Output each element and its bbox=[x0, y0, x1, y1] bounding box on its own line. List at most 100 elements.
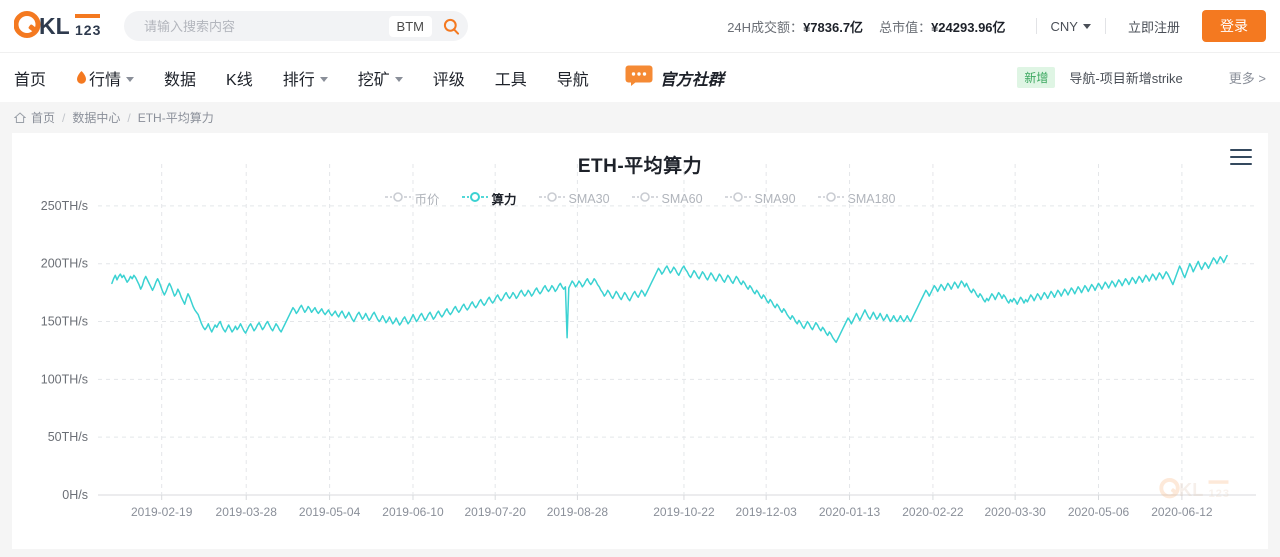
search-icon[interactable] bbox=[440, 15, 462, 37]
divider bbox=[1105, 18, 1106, 34]
x-axis-tick-label: 2019-08-28 bbox=[547, 505, 609, 519]
y-axis-tick-label: 100TH/s bbox=[41, 372, 88, 386]
svg-text:KL: KL bbox=[39, 13, 70, 39]
x-axis-tick-label: 2019-06-10 bbox=[382, 505, 444, 519]
chart-title: ETH-平均算力 bbox=[12, 133, 1268, 178]
nav-item-markets[interactable]: 行情 bbox=[76, 66, 134, 90]
svg-text:123: 123 bbox=[1209, 488, 1230, 500]
currency-selector[interactable]: CNY bbox=[1051, 19, 1091, 34]
chat-bubble-icon bbox=[625, 65, 653, 91]
y-axis-tick-label: 0H/s bbox=[62, 488, 88, 502]
stat-24h-volume-value: ¥7836.7亿 bbox=[803, 20, 863, 35]
notice-text[interactable]: 导航-项目新增strike bbox=[1069, 68, 1182, 87]
stat-total-marketcap-value: ¥24293.96亿 bbox=[931, 20, 1005, 35]
breadcrumb-item-data-center[interactable]: 数据中心 bbox=[72, 109, 120, 126]
legend-marker-icon bbox=[539, 191, 565, 206]
menu-bar bbox=[1230, 156, 1252, 158]
chevron-down-icon bbox=[395, 77, 403, 82]
legend-marker-icon bbox=[818, 191, 844, 206]
legend-label-sma90: SMA90 bbox=[755, 192, 796, 206]
legend-marker-icon bbox=[462, 191, 488, 206]
stat-24h-volume-label: 24H成交额： bbox=[727, 20, 803, 35]
nav-item-markets-label: 行情 bbox=[89, 66, 121, 90]
legend-marker-icon bbox=[385, 191, 411, 206]
legend-item-coin-price[interactable]: 币价 bbox=[385, 189, 440, 208]
breadcrumb-item-current: ETH-平均算力 bbox=[138, 109, 214, 126]
legend-item-sma30[interactable]: SMA30 bbox=[539, 191, 610, 206]
stat-24h-volume: 24H成交额：¥7836.7亿 bbox=[727, 17, 863, 36]
hamburger-menu-icon[interactable] bbox=[1230, 147, 1252, 167]
x-axis-tick-label: 2020-01-13 bbox=[819, 505, 881, 519]
x-axis-tick-label: 2019-10-22 bbox=[653, 505, 715, 519]
x-axis-tick-label: 2019-05-04 bbox=[299, 505, 361, 519]
chevron-down-icon bbox=[126, 77, 134, 82]
flame-icon bbox=[76, 71, 87, 85]
breadcrumb-separator: / bbox=[62, 111, 65, 125]
chart-legend: 币价 算力 SMA30 bbox=[12, 189, 1268, 208]
legend-label-hashrate: 算力 bbox=[492, 189, 517, 208]
nav-items: 首页 行情 数据 K线 排行 挖矿 评级 工具 bbox=[14, 65, 724, 91]
x-axis-tick-label: 2020-05-06 bbox=[1068, 505, 1130, 519]
legend-label-coin-price: 币价 bbox=[415, 189, 440, 208]
menu-bar bbox=[1230, 163, 1252, 165]
top-header-bar: KL 123 BTM 24H成交额：¥7836.7亿 总市值：¥24293.96… bbox=[0, 0, 1280, 52]
legend-item-hashrate[interactable]: 算力 bbox=[462, 189, 517, 208]
nav-item-mining-label: 挖矿 bbox=[358, 66, 390, 90]
breadcrumb-separator: / bbox=[127, 111, 130, 125]
y-axis-tick-label: 150TH/s bbox=[41, 315, 88, 329]
chevron-down-icon bbox=[320, 77, 328, 82]
nav-item-kline-label: K线 bbox=[226, 66, 253, 90]
chevron-down-icon bbox=[1083, 24, 1091, 29]
nav-item-data-label: 数据 bbox=[164, 66, 196, 90]
y-axis-tick-label: 200TH/s bbox=[41, 257, 88, 271]
currency-selector-label: CNY bbox=[1051, 19, 1078, 34]
qkl123-watermark: KL 123 bbox=[1157, 476, 1241, 507]
svg-text:123: 123 bbox=[75, 22, 101, 38]
nav-item-home-label: 首页 bbox=[14, 66, 46, 90]
legend-item-sma180[interactable]: SMA180 bbox=[818, 191, 896, 206]
nav-item-kline[interactable]: K线 bbox=[226, 66, 253, 90]
breadcrumb-item-home[interactable]: 首页 bbox=[31, 109, 55, 126]
nav-item-data[interactable]: 数据 bbox=[164, 66, 196, 90]
notice-more-link[interactable]: 更多 > bbox=[1229, 68, 1266, 87]
search-market-tag[interactable]: BTM bbox=[389, 16, 432, 37]
main-navigation-bar: 首页 行情 数据 K线 排行 挖矿 评级 工具 bbox=[0, 52, 1280, 102]
register-link[interactable]: 立即注册 bbox=[1128, 17, 1180, 36]
divider bbox=[1036, 18, 1037, 34]
site-logo[interactable]: KL 123 bbox=[14, 9, 106, 43]
nav-notice-group: 新增 导航-项目新增strike 更多 > bbox=[1017, 67, 1266, 88]
hashrate-series-line bbox=[112, 256, 1227, 343]
nav-item-home[interactable]: 首页 bbox=[14, 66, 46, 90]
menu-bar bbox=[1230, 149, 1252, 151]
legend-marker-icon bbox=[725, 191, 751, 206]
search-input[interactable] bbox=[142, 18, 389, 35]
nav-item-ranking-label: 排行 bbox=[283, 66, 315, 90]
nav-item-navigation[interactable]: 导航 bbox=[557, 66, 589, 90]
notice-badge: 新增 bbox=[1017, 67, 1055, 88]
legend-marker-icon bbox=[632, 191, 658, 206]
breadcrumb: 首页 / 数据中心 / ETH-平均算力 bbox=[0, 102, 1280, 133]
x-axis-tick-label: 2020-02-22 bbox=[902, 505, 964, 519]
search-box[interactable]: BTM bbox=[124, 11, 468, 41]
nav-item-ranking[interactable]: 排行 bbox=[283, 66, 328, 90]
chart-card: ETH-平均算力 币价 算力 bbox=[12, 133, 1268, 549]
x-axis-tick-label: 2019-02-19 bbox=[131, 505, 193, 519]
nav-item-tools[interactable]: 工具 bbox=[495, 66, 527, 90]
header-right-group: 24H成交额：¥7836.7亿 总市值：¥24293.96亿 CNY 立即注册 … bbox=[727, 10, 1266, 42]
legend-label-sma60: SMA60 bbox=[662, 192, 703, 206]
home-icon bbox=[14, 112, 26, 124]
svg-text:KL: KL bbox=[1179, 480, 1203, 500]
nav-item-mining[interactable]: 挖矿 bbox=[358, 66, 403, 90]
stat-total-marketcap: 总市值：¥24293.96亿 bbox=[879, 17, 1005, 36]
x-axis-tick-label: 2019-03-28 bbox=[216, 505, 278, 519]
nav-item-official-community[interactable]: 官方社群 bbox=[625, 65, 724, 91]
nav-item-rating[interactable]: 评级 bbox=[433, 66, 465, 90]
legend-item-sma60[interactable]: SMA60 bbox=[632, 191, 703, 206]
legend-label-sma180: SMA180 bbox=[848, 192, 896, 206]
x-axis-tick-label: 2020-06-12 bbox=[1151, 505, 1213, 519]
login-button[interactable]: 登录 bbox=[1202, 10, 1266, 42]
legend-item-sma90[interactable]: SMA90 bbox=[725, 191, 796, 206]
x-axis-tick-label: 2019-07-20 bbox=[464, 505, 526, 519]
legend-label-sma30: SMA30 bbox=[569, 192, 610, 206]
nav-item-rating-label: 评级 bbox=[433, 66, 465, 90]
